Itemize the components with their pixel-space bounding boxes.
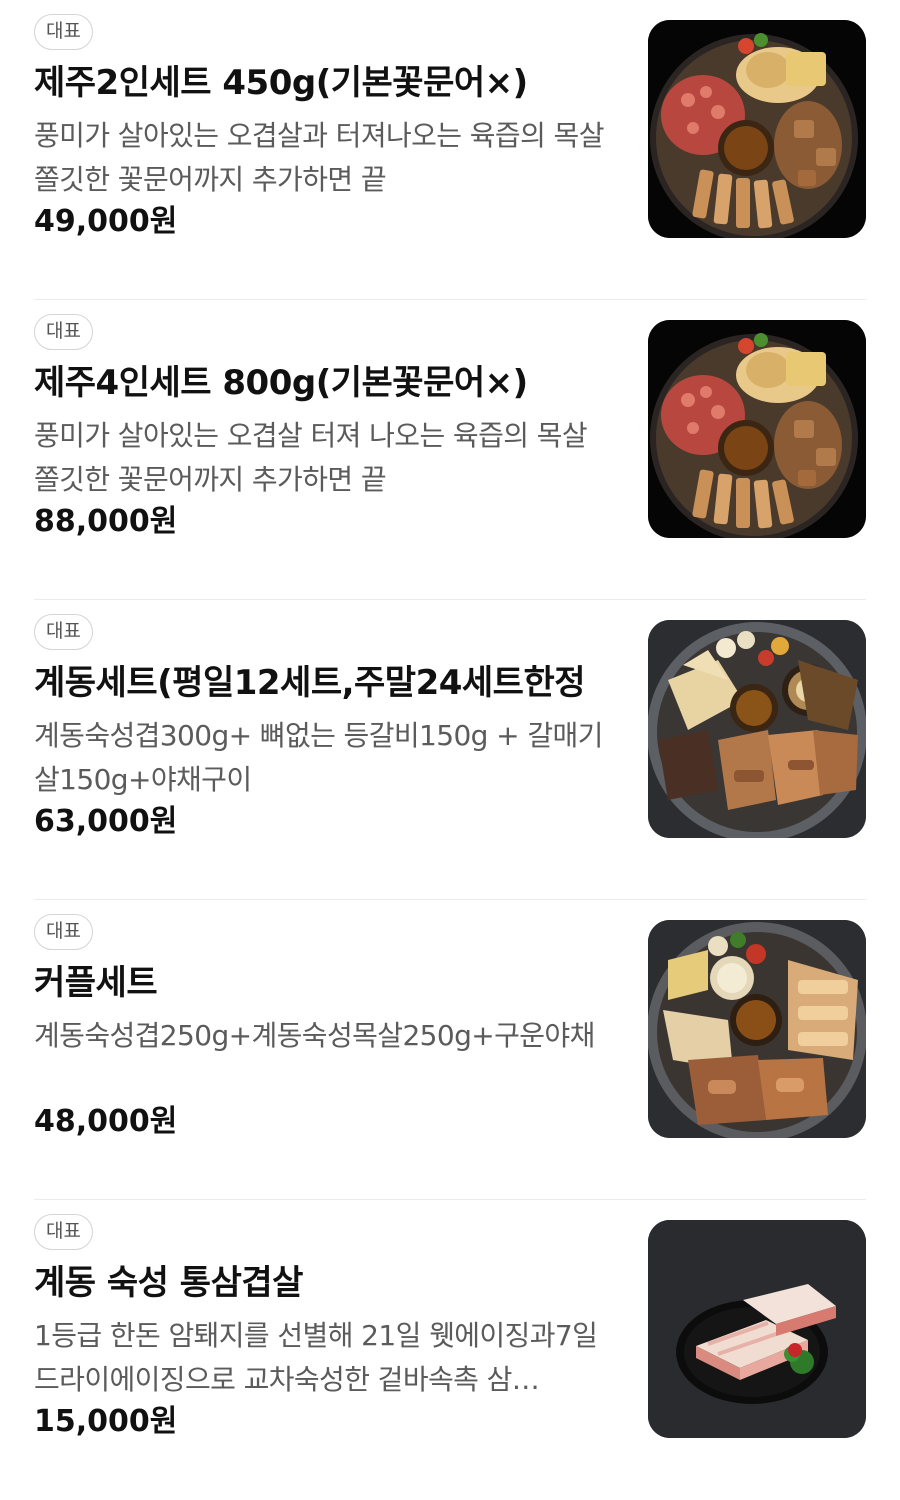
menu-item-name: 제주4인세트 800g(기본꽃문어×) — [34, 363, 528, 403]
food-photo-icon[interactable] — [648, 1220, 866, 1438]
menu-item-name: 계동 숙성 통삼겹살 — [34, 1263, 303, 1303]
menu-item[interactable]: 대표 커플세트 계동숙성겹250g+계동숙성목살250g+구운야채 48,000… — [0, 900, 900, 1200]
menu-item-name: 제주2인세트 450g(기본꽃문어×) — [34, 63, 528, 103]
menu-item-description: 1등급 한돈 암퇘지를 선별해 21일 웻에이징과7일드라이에이징으로 교차숙성… — [34, 1319, 598, 1396]
representative-badge: 대표 — [34, 614, 93, 650]
representative-badge: 대표 — [34, 914, 93, 950]
menu-item-price: 49,000원 — [34, 204, 178, 239]
menu-item-description: 풍미가 살아있는 오겹살과 터져나오는 육즙의 목살 쫄깃한 꽃문어까지 추가하… — [34, 119, 604, 196]
menu-item[interactable]: 대표 제주2인세트 450g(기본꽃문어×) 풍미가 살아있는 오겹살과 터져나… — [0, 0, 900, 300]
menu-item-price: 63,000원 — [34, 804, 178, 839]
food-photo-icon[interactable] — [648, 620, 866, 838]
menu-item-price: 48,000원 — [34, 1104, 178, 1139]
representative-badge: 대표 — [34, 314, 93, 350]
menu-item-description: 계동숙성겹300g+ 뼈없는 등갈비150g + 갈매기살150g+야채구이 — [34, 719, 603, 796]
representative-badge: 대표 — [34, 14, 93, 50]
menu-item[interactable]: 대표 계동 숙성 통삼겹살 1등급 한돈 암퇘지를 선별해 21일 웻에이징과7… — [0, 1200, 900, 1500]
menu-item-name: 커플세트 — [34, 963, 158, 1003]
food-photo-icon[interactable] — [648, 920, 866, 1138]
food-photo-icon[interactable] — [648, 320, 866, 538]
menu-item[interactable]: 대표 제주4인세트 800g(기본꽃문어×) 풍미가 살아있는 오겹살 터져 나… — [0, 300, 900, 600]
food-photo-icon[interactable] — [648, 20, 866, 238]
representative-badge: 대표 — [34, 1214, 93, 1250]
menu-item-description: 풍미가 살아있는 오겹살 터져 나오는 육즙의 목살 쫄깃한 꽃문어까지 추가하… — [34, 419, 588, 496]
menu-list: 대표 제주2인세트 450g(기본꽃문어×) 풍미가 살아있는 오겹살과 터져나… — [0, 0, 900, 1500]
menu-item-price: 88,000원 — [34, 504, 178, 539]
menu-item[interactable]: 대표 계동세트(평일12세트,주말24세트한정 계동숙성겹300g+ 뼈없는 등… — [0, 600, 900, 900]
menu-item-description: 계동숙성겹250g+계동숙성목살250g+구운야채 — [34, 1019, 595, 1052]
menu-item-name: 계동세트(평일12세트,주말24세트한정 — [34, 663, 586, 703]
menu-item-price: 15,000원 — [34, 1404, 178, 1439]
